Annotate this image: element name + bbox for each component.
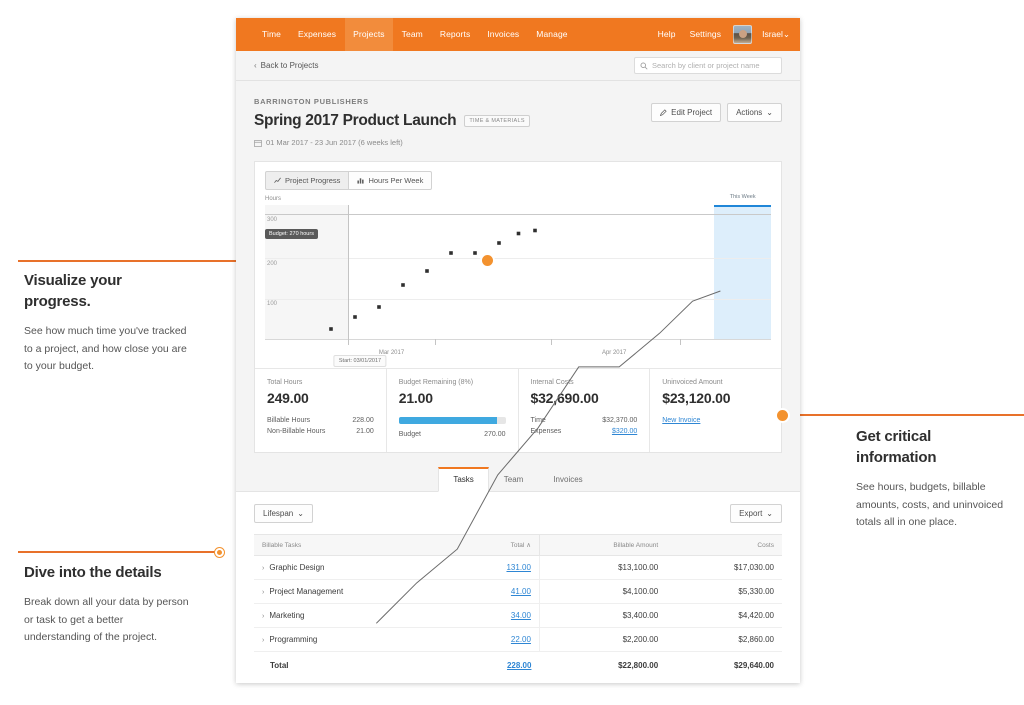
annotation-body: See hours, budgets, billable amounts, co… <box>856 481 1004 528</box>
project-date-range: 01 Mar 2017 - 23 Jun 2017 (6 weeks left) <box>254 138 782 147</box>
search-icon <box>640 62 648 70</box>
project-progress-card: Project Progress Hours Per Week Hours Th… <box>254 161 782 453</box>
bar-chart-icon <box>357 178 364 184</box>
nav-item-invoices[interactable]: Invoices <box>479 18 527 51</box>
chevron-left-icon: ‹ <box>254 61 257 70</box>
nav-primary-links: Time Expenses Projects Team Reports Invo… <box>254 18 576 51</box>
nav-secondary-links: Help Settings Israel⌄ <box>656 18 790 51</box>
tab-project-progress[interactable]: Project Progress <box>265 171 350 190</box>
chevron-right-icon[interactable]: › <box>262 589 264 596</box>
edit-project-label: Edit Project <box>671 108 713 117</box>
chart-plot-area: This Week 300 200 100 Budget: 270 hours … <box>265 194 771 340</box>
line-chart-icon <box>274 177 281 183</box>
annotation-body: See how much time you've tracked to a pr… <box>24 325 187 372</box>
chart-this-week-label: This Week <box>729 194 756 200</box>
chevron-right-icon[interactable]: › <box>262 637 264 644</box>
primary-navbar: Time Expenses Projects Team Reports Invo… <box>236 18 800 51</box>
edit-project-button[interactable]: Edit Project <box>651 103 722 122</box>
search-box[interactable]: Search by client or project name <box>634 57 782 74</box>
app-window: Time Expenses Projects Team Reports Invo… <box>236 18 800 683</box>
annotation-heading: Visualize your progress. <box>24 272 122 310</box>
annotation-rule-right <box>776 414 1024 416</box>
chart-budget-tag: Budget: 270 hours <box>265 229 318 240</box>
nav-item-reports[interactable]: Reports <box>432 18 478 51</box>
annotation-dot-stats <box>775 408 790 423</box>
date-range-text: 01 Mar 2017 - 23 Jun 2017 (6 weeks left) <box>266 138 403 147</box>
nav-item-help[interactable]: Help <box>656 18 678 51</box>
tab-hours-per-week[interactable]: Hours Per Week <box>349 171 433 190</box>
annotation-heading: Dive into the details <box>24 564 162 581</box>
chevron-down-icon: ⌄ <box>766 108 773 117</box>
chart-view-toggle: Project Progress Hours Per Week <box>255 162 781 190</box>
pencil-icon <box>660 109 667 116</box>
back-to-projects-link[interactable]: ‹ Back to Projects <box>254 61 318 70</box>
hours-per-week-label: Hours Per Week <box>368 176 424 185</box>
breadcrumb-bar: ‹ Back to Projects Search by client or p… <box>236 51 800 81</box>
calendar-icon <box>254 139 262 147</box>
annotation-dive-details: Dive into the details Break down all you… <box>24 562 192 647</box>
project-header-actions: Edit Project Actions ⌄ <box>651 103 782 122</box>
nav-item-projects[interactable]: Projects <box>345 18 393 51</box>
nav-item-settings[interactable]: Settings <box>688 18 724 51</box>
annotation-body: Break down all your data by person or ta… <box>24 596 189 643</box>
annotation-dot-chart <box>480 253 495 268</box>
avatar[interactable] <box>733 25 753 44</box>
annotation-rule-left-bottom <box>18 551 223 553</box>
chart-series-markers <box>329 228 537 331</box>
annotation-dot-table <box>215 548 224 557</box>
nav-item-expenses[interactable]: Expenses <box>290 18 344 51</box>
nav-item-team[interactable]: Team <box>394 18 431 51</box>
chevron-down-icon: ⌄ <box>782 29 790 39</box>
chart-y-axis-title: Hours <box>265 196 282 202</box>
page-title: Spring 2017 Product Launch <box>254 112 457 129</box>
progress-chart: Hours This Week 300 200 100 Budget: 270 … <box>255 194 781 368</box>
actions-label: Actions <box>736 108 763 117</box>
project-progress-label: Project Progress <box>285 176 341 185</box>
search-input[interactable]: Search by client or project name <box>652 61 760 70</box>
annotation-heading: Get critical information <box>856 428 937 466</box>
back-link-label: Back to Projects <box>260 61 319 70</box>
status-badge: TIME & MATERIALS <box>464 115 530 127</box>
annotation-visualize: Visualize your progress. See how much ti… <box>24 270 192 376</box>
nav-item-time[interactable]: Time <box>254 18 289 51</box>
user-name-text: Israel <box>762 29 783 39</box>
actions-button[interactable]: Actions ⌄ <box>727 103 782 122</box>
chevron-right-icon[interactable]: › <box>262 613 264 620</box>
annotation-critical-info: Get critical information See hours, budg… <box>856 426 1008 532</box>
user-menu-label[interactable]: Israel⌄ <box>762 29 790 40</box>
nav-item-manage[interactable]: Manage <box>528 18 575 51</box>
project-header: BARRINGTON PUBLISHERS Spring 2017 Produc… <box>236 81 800 155</box>
chevron-right-icon[interactable]: › <box>262 565 264 572</box>
